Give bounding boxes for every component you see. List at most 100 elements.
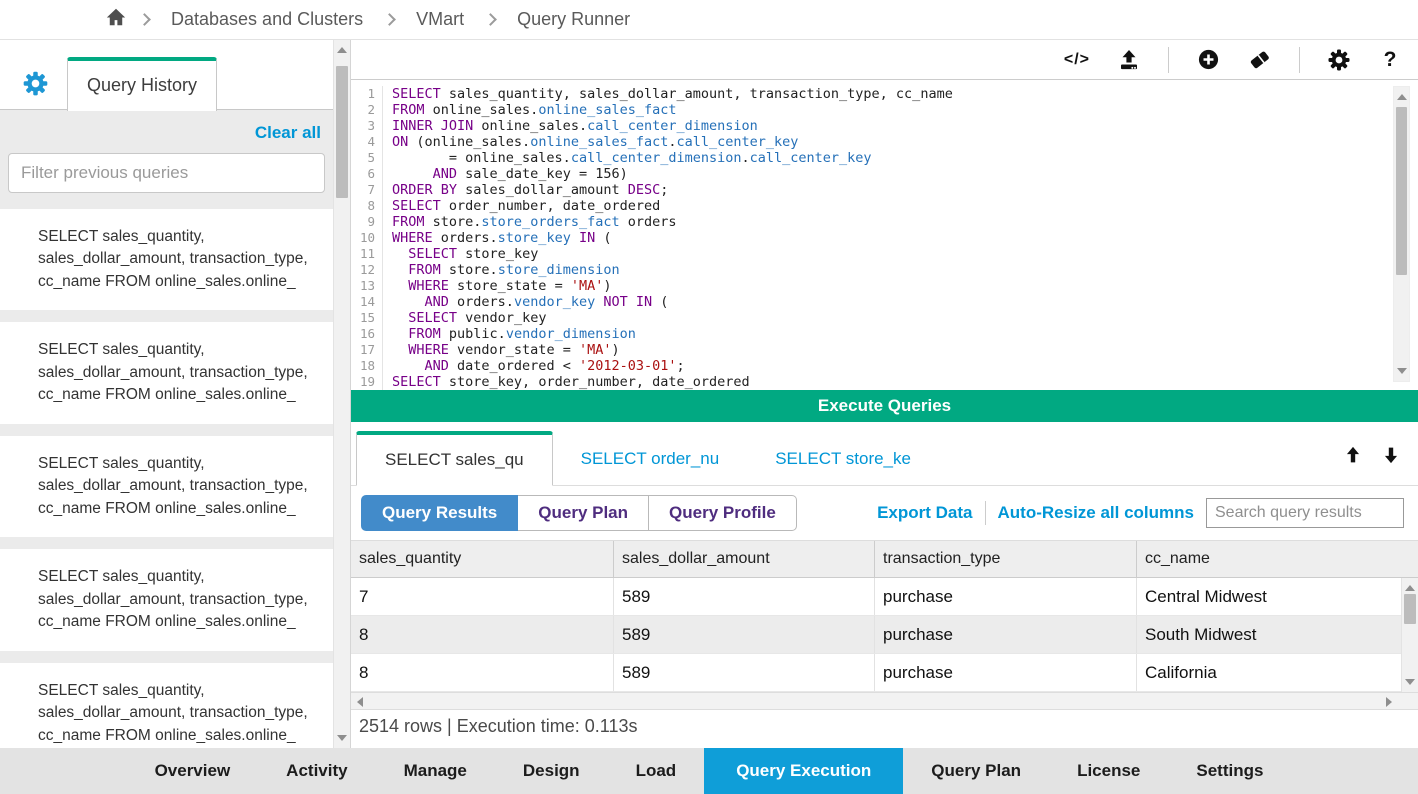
code-line: 13 WHERE store_state = 'MA') <box>351 278 1418 294</box>
column-header-cc_name[interactable]: cc_name <box>1136 541 1418 577</box>
code-line: 6 AND sale_date_key = 156) <box>351 166 1418 182</box>
view-tab-query-profile[interactable]: Query Profile <box>649 495 797 531</box>
upload-icon[interactable] <box>1117 47 1141 73</box>
code-text: WHERE vendor_state = 'MA') <box>392 342 620 358</box>
scroll-up-icon[interactable] <box>1397 94 1407 100</box>
result-tabs: SELECT sales_quSELECT order_nuSELECT sto… <box>356 431 939 485</box>
line-number: 6 <box>351 166 383 182</box>
table-horizontal-scrollbar[interactable] <box>351 692 1418 710</box>
arrow-down-icon[interactable] <box>1380 444 1402 471</box>
code-text: SELECT store_key <box>392 246 538 262</box>
editor-scrollbar[interactable] <box>1393 86 1410 382</box>
clear-all-link[interactable]: Clear all <box>0 110 333 143</box>
scrollbar-thumb[interactable] <box>1404 594 1416 624</box>
sidebar-scrollbar[interactable] <box>333 40 350 748</box>
scrollbar-thumb[interactable] <box>336 66 348 198</box>
line-number: 9 <box>351 214 383 230</box>
column-header-sales_quantity[interactable]: sales_quantity <box>351 541 613 577</box>
help-icon[interactable]: ? <box>1378 47 1402 73</box>
query-history-sidebar: Query History Clear all SELECT sales_qua… <box>0 40 350 748</box>
settings-gear-icon[interactable] <box>1327 47 1351 73</box>
table-scrollbar[interactable] <box>1401 578 1418 692</box>
result-tab-select-order_nu[interactable]: SELECT order_nu <box>553 434 748 485</box>
nav-manage[interactable]: Manage <box>376 748 495 794</box>
breadcrumb-item-query-runner: Query Runner <box>517 9 630 30</box>
code-text: FROM store.store_orders_fact orders <box>392 214 677 230</box>
code-line: 12 FROM store.store_dimension <box>351 262 1418 278</box>
export-data-link[interactable]: Export Data <box>877 503 972 523</box>
auto-resize-link[interactable]: Auto-Resize all columns <box>998 503 1194 523</box>
query-history-item[interactable]: SELECT sales_quantity, sales_dollar_amou… <box>0 663 333 748</box>
code-text: INNER JOIN online_sales.call_center_dime… <box>392 118 758 134</box>
nav-license[interactable]: License <box>1049 748 1168 794</box>
breadcrumb-item-vmart[interactable]: VMart <box>416 9 464 30</box>
code-line: 4ON (online_sales.online_sales_fact.call… <box>351 134 1418 150</box>
scroll-down-icon[interactable] <box>337 735 347 741</box>
view-tab-query-plan[interactable]: Query Plan <box>518 495 649 531</box>
result-actions: Export Data Auto-Resize all columns <box>877 498 1404 528</box>
add-query-icon[interactable] <box>1196 47 1220 73</box>
scrollbar-thumb[interactable] <box>1396 107 1407 275</box>
scroll-up-icon[interactable] <box>1405 585 1415 591</box>
format-code-icon[interactable]: </> <box>1064 47 1090 73</box>
scroll-up-icon[interactable] <box>337 47 347 53</box>
toolbar-divider <box>1299 47 1300 73</box>
table-row: 8589purchaseCalifornia <box>351 654 1401 692</box>
code-line: 15 SELECT vendor_key <box>351 310 1418 326</box>
code-text: ON (online_sales.online_sales_fact.call_… <box>392 134 798 150</box>
filter-queries-input[interactable] <box>8 153 325 193</box>
nav-query-execution[interactable]: Query Execution <box>704 748 903 794</box>
table-cell: 8 <box>351 654 613 691</box>
breadcrumb-item-databases[interactable]: Databases and Clusters <box>171 9 363 30</box>
nav-settings[interactable]: Settings <box>1168 748 1291 794</box>
table-cell: 7 <box>351 578 613 615</box>
view-tab-query-results[interactable]: Query Results <box>361 495 518 531</box>
code-text: AND date_ordered < '2012-03-01'; <box>392 358 685 374</box>
toolbar-divider <box>1168 47 1169 73</box>
code-text: SELECT vendor_key <box>392 310 546 326</box>
view-tabs: Query ResultsQuery PlanQuery Profile <box>361 495 797 531</box>
sql-editor[interactable]: 1SELECT sales_quantity, sales_dollar_amo… <box>351 80 1418 390</box>
arrow-up-icon[interactable] <box>1342 444 1364 471</box>
home-icon[interactable] <box>104 6 128 33</box>
result-tab-select-store_ke[interactable]: SELECT store_ke <box>747 434 939 485</box>
query-history-item[interactable]: SELECT sales_quantity, sales_dollar_amou… <box>0 209 333 310</box>
query-runner-app: Databases and Clusters VMart Query Runne… <box>0 0 1418 794</box>
result-view-bar: Query ResultsQuery PlanQuery Profile Exp… <box>351 486 1418 540</box>
sidebar-settings-gear-icon[interactable] <box>22 70 49 102</box>
nav-load[interactable]: Load <box>608 748 705 794</box>
line-number: 1 <box>351 86 383 102</box>
query-history-item[interactable]: SELECT sales_quantity, sales_dollar_amou… <box>0 549 333 650</box>
column-header-sales_dollar_amount[interactable]: sales_dollar_amount <box>613 541 874 577</box>
line-number: 11 <box>351 246 383 262</box>
line-number: 16 <box>351 326 383 342</box>
results-table-header: sales_quantitysales_dollar_amounttransac… <box>351 540 1418 578</box>
eraser-icon[interactable] <box>1247 47 1272 73</box>
nav-query-plan[interactable]: Query Plan <box>903 748 1049 794</box>
scroll-down-icon[interactable] <box>1405 679 1415 685</box>
scroll-down-icon[interactable] <box>1397 368 1407 374</box>
code-line: 14 AND orders.vendor_key NOT IN ( <box>351 294 1418 310</box>
column-header-transaction_type[interactable]: transaction_type <box>874 541 1136 577</box>
table-cell: South Midwest <box>1136 616 1401 653</box>
tab-query-history[interactable]: Query History <box>67 57 217 111</box>
scroll-left-icon[interactable] <box>357 697 363 707</box>
line-number: 13 <box>351 278 383 294</box>
code-line: 8SELECT order_number, date_ordered <box>351 198 1418 214</box>
execute-queries-button[interactable]: Execute Queries <box>351 390 1418 422</box>
query-history-item[interactable]: SELECT sales_quantity, sales_dollar_amou… <box>0 322 333 423</box>
scroll-right-icon[interactable] <box>1386 697 1392 707</box>
chevron-right-icon <box>383 13 396 26</box>
nav-design[interactable]: Design <box>495 748 608 794</box>
code-line: 7ORDER BY sales_dollar_amount DESC; <box>351 182 1418 198</box>
table-cell: purchase <box>874 578 1136 615</box>
query-history-item[interactable]: SELECT sales_quantity, sales_dollar_amou… <box>0 436 333 537</box>
nav-activity[interactable]: Activity <box>258 748 375 794</box>
editor-toolbar: </> <box>351 40 1418 80</box>
line-number: 10 <box>351 230 383 246</box>
line-number: 12 <box>351 262 383 278</box>
search-results-input[interactable] <box>1206 498 1404 528</box>
nav-overview[interactable]: Overview <box>127 748 259 794</box>
result-tab-select-sales_qu[interactable]: SELECT sales_qu <box>356 431 553 486</box>
code-text: = online_sales.call_center_dimension.cal… <box>392 150 872 166</box>
